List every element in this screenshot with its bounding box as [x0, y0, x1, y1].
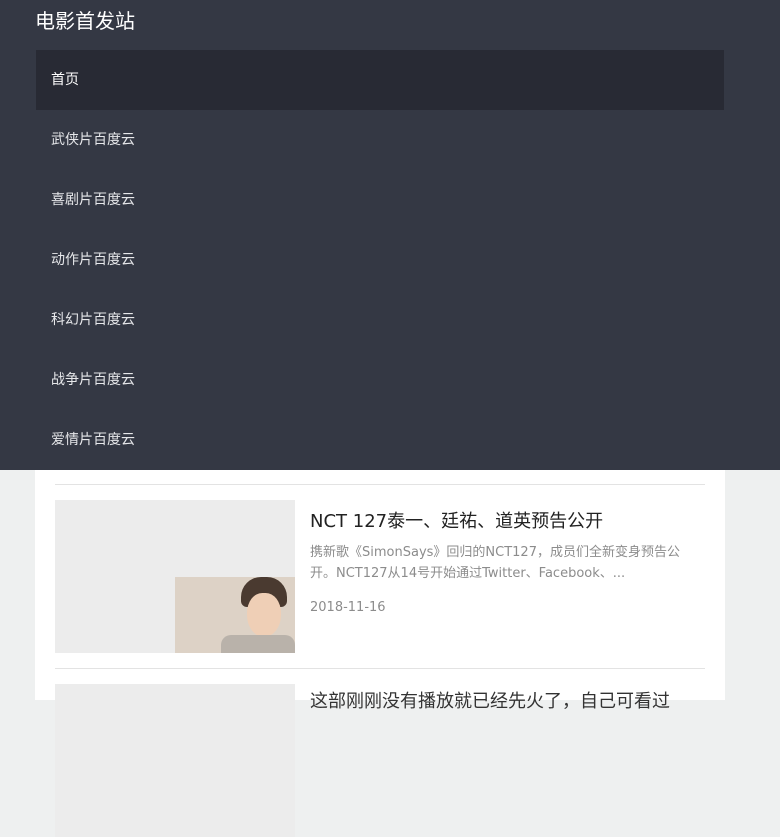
menu-item-home[interactable]: 首页 [36, 50, 724, 110]
navigation-overlay: 电影首发站 首页 武侠片百度云 喜剧片百度云 动作片百度云 科幻片百度云 战争片… [0, 0, 780, 470]
article-title[interactable]: NCT 127泰一、廷祐、道英预告公开 [310, 510, 603, 534]
article-date: 2018-11-16 [310, 600, 386, 615]
menu-item-scifi[interactable]: 科幻片百度云 [36, 290, 724, 350]
menu-item-wuxia[interactable]: 武侠片百度云 [36, 110, 724, 170]
site-title[interactable]: 电影首发站 [35, 8, 135, 34]
divider [55, 484, 705, 485]
menu-item-romance[interactable]: 爱情片百度云 [36, 410, 724, 470]
article-excerpt: 携新歌《SimonSays》回归的NCT127，成员们全新变身预告公开。NCT1… [310, 545, 680, 581]
article-title[interactable]: 这部刚刚没有播放就已经先火了，自己可看过 [310, 690, 670, 714]
face-shape [247, 593, 281, 637]
menu-item-comedy[interactable]: 喜剧片百度云 [36, 170, 724, 230]
article-thumbnail[interactable] [55, 684, 295, 837]
menu-item-war[interactable]: 战争片百度云 [36, 350, 724, 410]
divider [55, 668, 705, 669]
person-photo [175, 577, 295, 653]
menu-item-action[interactable]: 动作片百度云 [36, 230, 724, 290]
article-thumbnail[interactable] [55, 500, 295, 653]
shirt-shape [221, 635, 295, 653]
main-menu: 首页 武侠片百度云 喜剧片百度云 动作片百度云 科幻片百度云 战争片百度云 爱情… [36, 50, 724, 470]
